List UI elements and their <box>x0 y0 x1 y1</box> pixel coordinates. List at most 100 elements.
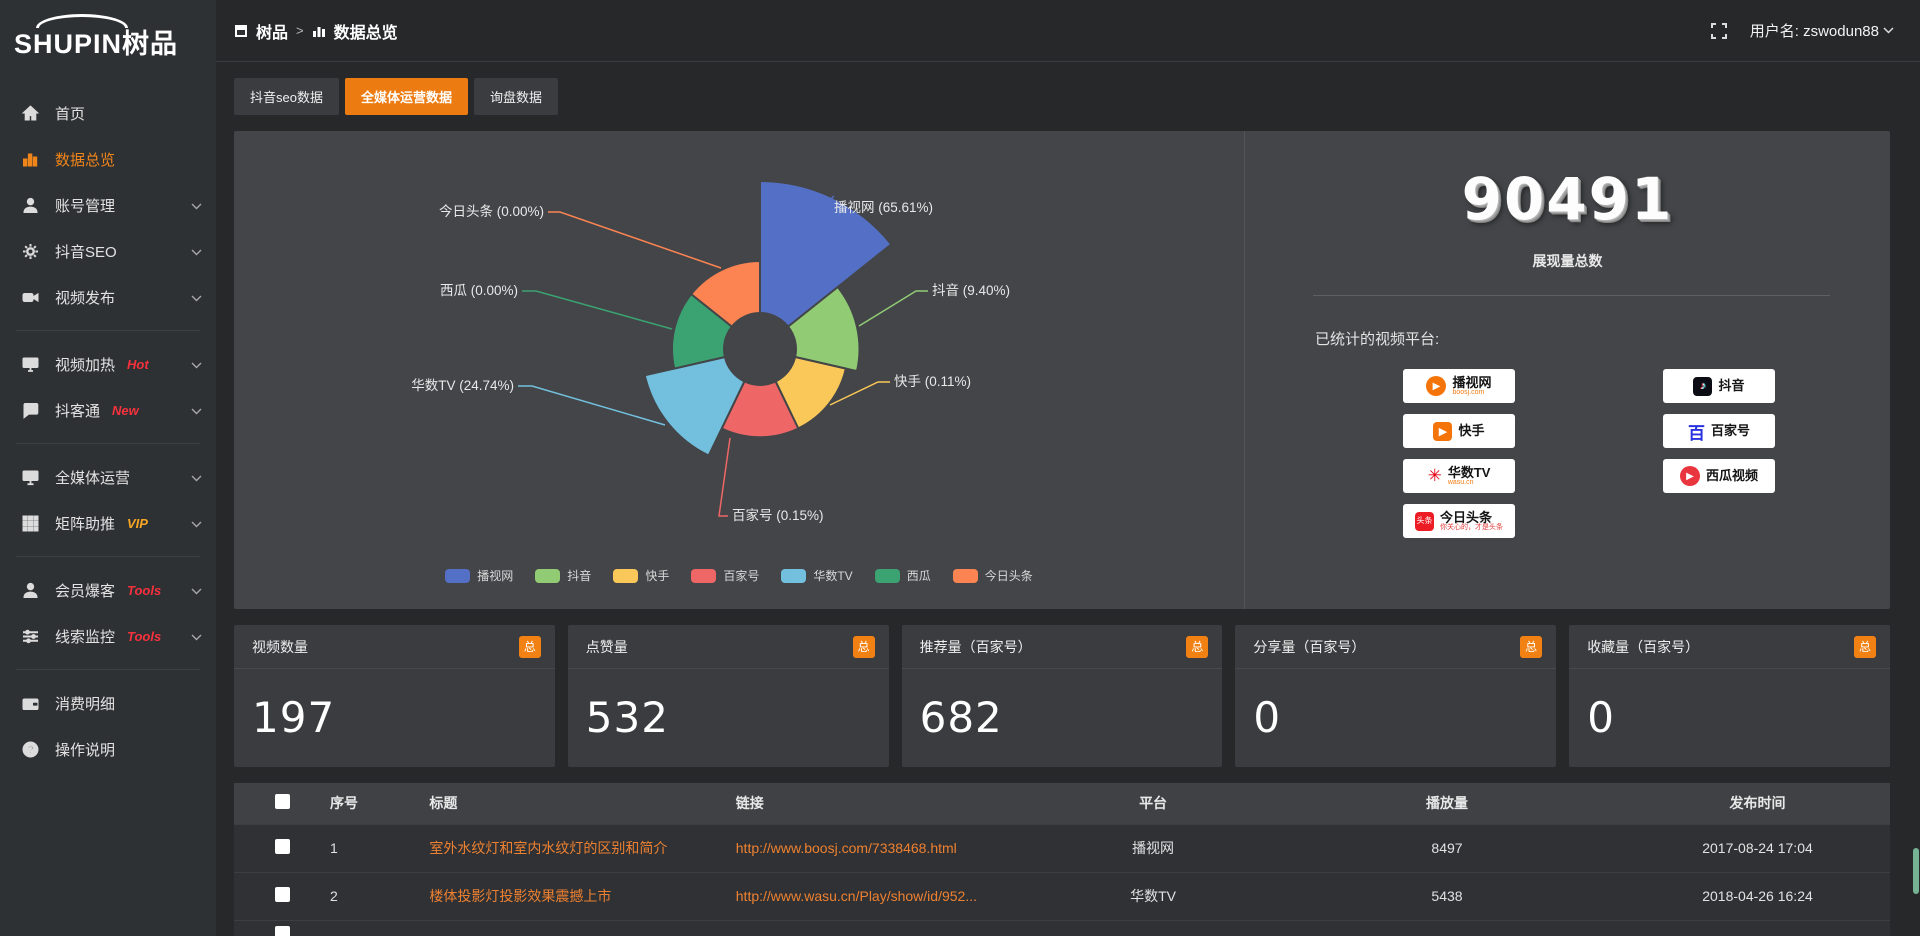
breadcrumb-root-icon <box>234 24 248 38</box>
boosj-play-icon: ▶ <box>1426 376 1446 396</box>
sidebar-item-12[interactable]: 消费明细 <box>0 680 216 726</box>
select-all-checkbox[interactable] <box>275 794 290 809</box>
monitor-icon <box>22 469 39 486</box>
stat-card-title: 收藏量（百家号） <box>1587 637 1699 657</box>
sidebar-item-4[interactable]: 抖音SEO <box>0 228 216 274</box>
wallet-icon <box>22 695 39 712</box>
platform-name: 抖音 <box>1718 379 1744 393</box>
row-checkbox[interactable] <box>275 926 290 936</box>
total-impressions-value: 90491 <box>1245 165 1890 233</box>
legend-swatch <box>875 569 900 583</box>
pie-label: 抖音 (9.40%) <box>932 282 1010 298</box>
legend-item-百家号[interactable]: 百家号 <box>691 567 759 584</box>
username-menu[interactable]: 用户名: zswodun88 <box>1750 20 1894 41</box>
legend-label: 播视网 <box>477 567 513 584</box>
cell-title-link[interactable]: 楼体投影灯投影效果震撼上市 <box>429 888 611 904</box>
legend-swatch <box>445 569 470 583</box>
sidebar-item-2[interactable]: 数据总览 <box>0 136 216 182</box>
gear-icon <box>22 243 39 260</box>
user-icon <box>22 197 39 214</box>
sidebar-item-5[interactable]: 视频发布 <box>0 274 216 320</box>
stat-card-2: 点赞量 总 532 <box>568 625 889 767</box>
person-icon <box>22 582 39 599</box>
sidebar-item-13[interactable]: ? 操作说明 <box>0 726 216 772</box>
tab-1[interactable]: 抖音seo数据 <box>234 78 339 115</box>
pie-label: 今日头条 (0.00%) <box>439 203 544 219</box>
stat-card-title: 点赞量 <box>586 637 628 657</box>
svg-text:?: ? <box>27 745 33 756</box>
row-checkbox[interactable] <box>275 887 290 902</box>
platform-badge-快手: ▶快手 <box>1403 414 1515 448</box>
col-num: 序号 <box>330 783 429 824</box>
legend-label: 百家号 <box>723 567 759 584</box>
sidebar-item-7[interactable]: 抖客通New <box>0 387 216 433</box>
kuaishou-icon: ▶ <box>1433 422 1452 441</box>
sidebar-item-label: 抖音SEO <box>55 241 117 262</box>
platform-name: 播视网 <box>1452 376 1491 390</box>
cell-url-link[interactable]: http://www.wasu.cn/Play/show/id/952... <box>736 888 977 904</box>
legend-item-抖音[interactable]: 抖音 <box>535 567 591 584</box>
pie-label: 播视网 (65.61%) <box>834 200 933 215</box>
sidebar-nav: 首页数据总览账号管理抖音SEO 视频发布视频加热Hot抖客通New 全媒体运营矩阵助… <box>0 90 216 772</box>
cell-num: 2 <box>330 872 429 920</box>
breadcrumb-root[interactable]: 树品 <box>256 19 288 43</box>
bar-chart-icon <box>22 151 39 168</box>
summary-section: 90491 展现量总数 已统计的视频平台: ▶播视网boosj.com▶快手✳华… <box>1244 131 1890 609</box>
sidebar-item-1[interactable]: 首页 <box>0 90 216 136</box>
page-scrollbar[interactable] <box>1912 0 1919 936</box>
stat-card-header: 收藏量（百家号） 总 <box>1569 625 1890 669</box>
logo-text-en: SHUPIN <box>14 29 122 59</box>
legend-swatch <box>613 569 638 583</box>
logo-text-cn: 树品 <box>122 29 178 59</box>
platform-name: 今日头条 <box>1440 511 1503 525</box>
tab-2[interactable]: 全媒体运营数据 <box>345 78 468 115</box>
legend-label: 抖音 <box>567 567 591 584</box>
sidebar-item-10[interactable]: 会员爆客Tools <box>0 567 216 613</box>
legend-item-播视网[interactable]: 播视网 <box>445 567 513 584</box>
sidebar-item-label: 会员爆客 <box>55 580 115 601</box>
sidebar-item-6[interactable]: 视频加热Hot <box>0 341 216 387</box>
platforms-label: 已统计的视频平台: <box>1315 328 1890 349</box>
legend-item-华数TV[interactable]: 华数TV <box>781 567 852 584</box>
sidebar-item-badge: New <box>112 403 139 418</box>
col-link: 链接 <box>736 783 1037 824</box>
row-checkbox[interactable] <box>275 839 290 854</box>
legend-item-今日头条[interactable]: 今日头条 <box>953 567 1033 584</box>
sidebar-item-9[interactable]: 矩阵助推VIP <box>0 500 216 546</box>
cell-plays: 5438 <box>1269 872 1625 920</box>
username-label: 用户名: zswodun88 <box>1750 20 1879 41</box>
total-impressions-label: 展现量总数 <box>1245 251 1890 271</box>
col-platform: 平台 <box>1037 783 1269 824</box>
sidebar-item-label: 数据总览 <box>55 149 115 170</box>
chat-icon <box>22 402 39 419</box>
stat-card-3: 推荐量（百家号） 总 682 <box>902 625 1223 767</box>
legend-swatch <box>535 569 560 583</box>
tab-3[interactable]: 询盘数据 <box>474 78 558 115</box>
legend-item-快手[interactable]: 快手 <box>613 567 669 584</box>
pie-label-line <box>518 386 665 425</box>
sidebar: SHUPIN树品 首页数据总览账号管理抖音SEO 视频发布视频加热Hot抖客通Ne… <box>0 0 216 936</box>
cell-title-link[interactable]: 室外水纹灯和室内水纹灯的区别和简介 <box>429 840 667 856</box>
platform-badge-华数TV: ✳华数TVwasu.cn <box>1403 459 1515 493</box>
scrollbar-thumb[interactable] <box>1913 848 1919 894</box>
sidebar-item-badge: Tools <box>127 629 161 644</box>
legend-item-西瓜[interactable]: 西瓜 <box>875 567 931 584</box>
chevron-down-icon <box>191 469 202 486</box>
chart-panel: 播视网 (65.61%)抖音 (9.40%)快手 (0.11%)百家号 (0.1… <box>234 131 1890 609</box>
table-row-1: 1 室外水纹灯和室内水纹灯的区别和简介 http://www.boosj.com… <box>234 824 1890 872</box>
fullscreen-icon[interactable] <box>1710 22 1728 40</box>
sidebar-item-11[interactable]: 线索监控 Tools <box>0 613 216 659</box>
content: 抖音seo数据全媒体运营数据询盘数据 播视网 (65.61%) 抖音 (9.40%… <box>216 62 1920 936</box>
sidebar-item-8[interactable]: 全媒体运营 <box>0 454 216 500</box>
stat-card-title: 推荐量（百家号） <box>920 637 1032 657</box>
main-area: 树品 > 数据总览 用户名: zswodun88 抖音seo数据全媒体 <box>216 0 1920 936</box>
sidebar-item-label: 视频加热 <box>55 354 115 375</box>
sidebar-item-label: 线索监控 <box>55 626 115 647</box>
platform-badges-left: ▶播视网boosj.com▶快手✳华数TVwasu.cn头条今日头条你关心的，才… <box>1403 369 1515 538</box>
rose-chart-section: 播视网 (65.61%)抖音 (9.40%)快手 (0.11%)百家号 (0.1… <box>234 131 1244 609</box>
sidebar-item-label: 视频发布 <box>55 287 115 308</box>
sidebar-item-3[interactable]: 账号管理 <box>0 182 216 228</box>
sidebar-item-label: 操作说明 <box>55 739 115 760</box>
chevron-down-icon <box>1883 27 1894 34</box>
cell-url-link[interactable]: http://www.boosj.com/7338468.html <box>736 840 957 856</box>
